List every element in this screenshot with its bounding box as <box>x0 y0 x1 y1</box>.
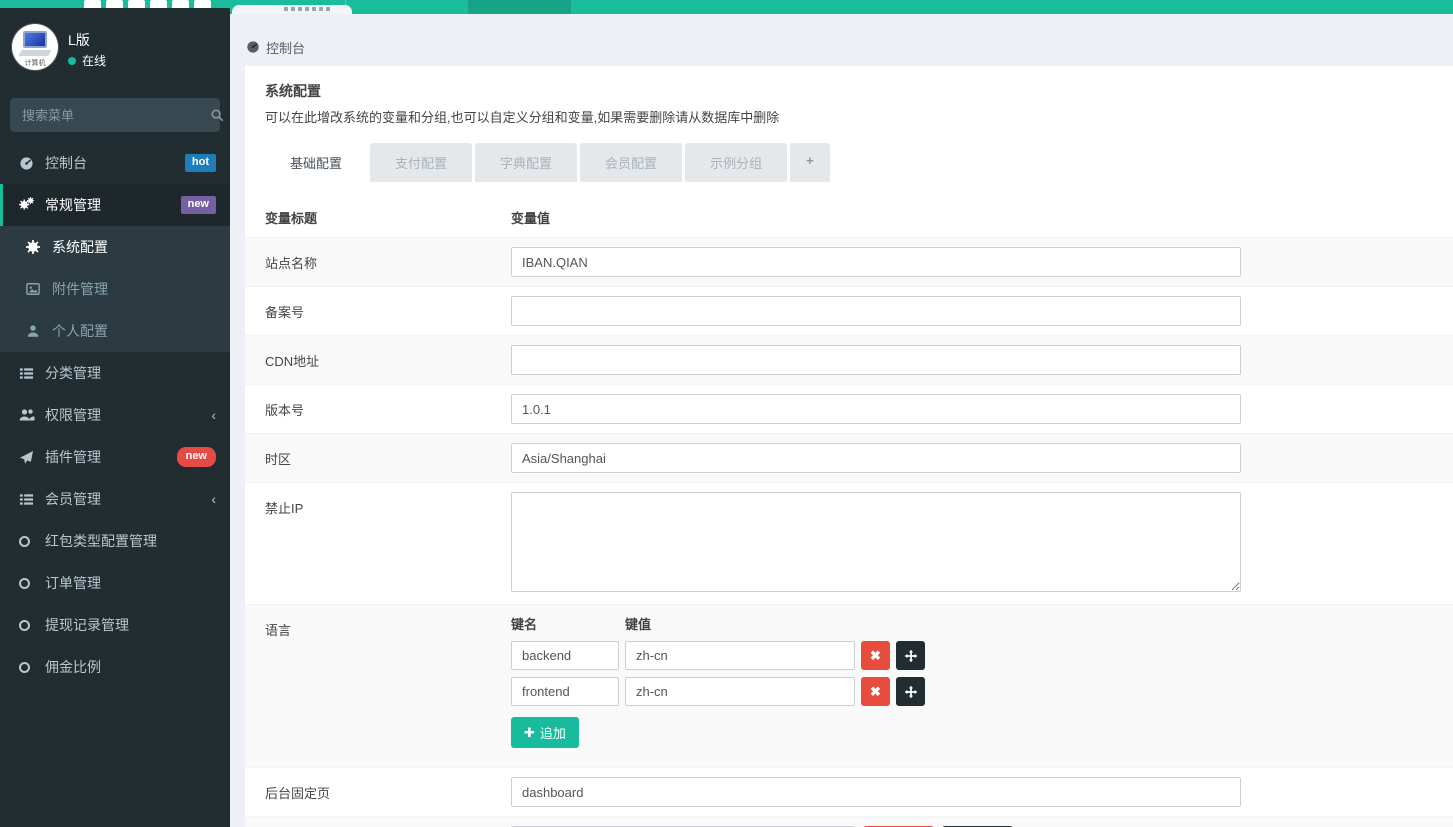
sidebar-item-orders[interactable]: 订单管理 <box>0 562 230 604</box>
form-row-cdn: CDN地址 <box>245 335 1453 384</box>
col-header-value: 变量值 <box>511 208 1453 227</box>
sidebar-item-category[interactable]: 分类管理 <box>0 352 230 394</box>
list-icon <box>19 366 45 381</box>
sidebar-item-addons[interactable]: 插件管理 new <box>0 436 230 478</box>
user-status: 在线 <box>68 52 106 69</box>
sidebar-item-redpacket-type[interactable]: 红包类型配置管理 <box>0 520 230 562</box>
avatar[interactable]: 计算机 <box>12 24 58 70</box>
form-row-timezone: 时区 <box>245 433 1453 482</box>
sidebar-menu: 控制台 hot 常规管理 new 系统配置 附件管理 个人配置 <box>0 142 230 688</box>
hot-badge: hot <box>185 154 216 171</box>
x-icon: ✖ <box>870 648 881 664</box>
page-subtitle: 可以在此增改系统的变量和分组,也可以自定义分组和变量,如果需要删除请从数据库中删… <box>265 107 1433 126</box>
timezone-input[interactable] <box>511 443 1241 473</box>
search-icon[interactable] <box>210 98 224 132</box>
sidebar-item-withdraw-log[interactable]: 提现记录管理 <box>0 604 230 646</box>
image-icon <box>26 282 52 296</box>
form-row-qrcode: 客服二维码 上传 选择 <box>245 816 1453 827</box>
site-name-input[interactable] <box>511 247 1241 277</box>
config-tabs: 基础配置 支付配置 字典配置 会员配置 示例分组 + <box>245 143 1453 182</box>
config-panel: 系统配置 可以在此增改系统的变量和分组,也可以自定义分组和变量,如果需要删除请从… <box>245 66 1453 827</box>
lang-value-input[interactable] <box>625 641 855 670</box>
arrows-move-icon <box>904 649 918 663</box>
language-row-frontend: ✖ <box>511 677 1453 706</box>
online-dot-icon <box>68 57 76 65</box>
gears-icon <box>19 197 45 213</box>
tachometer-icon <box>246 40 260 54</box>
search-input[interactable] <box>10 108 210 123</box>
form-row-forbidden-ip: 禁止IP <box>245 482 1453 604</box>
drag-row-button[interactable] <box>896 641 925 670</box>
kv-headers: 键名 键值 <box>511 614 1453 633</box>
users-icon <box>19 407 45 423</box>
col-header-title: 变量标题 <box>265 208 511 227</box>
drag-row-button[interactable] <box>896 677 925 706</box>
plus-icon: ✚ <box>524 725 535 741</box>
user-icon <box>26 324 52 338</box>
add-tab-button[interactable]: + <box>790 143 830 182</box>
new-badge: new <box>181 196 216 213</box>
circle-o-icon <box>19 536 45 547</box>
page-title: 系统配置 <box>265 81 1433 101</box>
cdn-url-input[interactable] <box>511 345 1241 375</box>
main-content: 控制台 系统配置 可以在此增改系统的变量和分组,也可以自定义分组和变量,如果需要… <box>230 14 1453 827</box>
form-row-language: 语言 键名 键值 ✖ <box>245 604 1453 767</box>
sidebar-item-auth[interactable]: 权限管理 ‹ <box>0 394 230 436</box>
circle-o-icon <box>19 662 45 673</box>
form-row-version: 版本号 <box>245 384 1453 433</box>
table-header: 变量标题 变量值 <box>245 198 1453 237</box>
breadcrumb: 控制台 <box>230 14 1453 66</box>
lang-value-input[interactable] <box>625 677 855 706</box>
config-form: 变量标题 变量值 站点名称 备案号 CDN地址 版本号 <box>245 198 1453 827</box>
menu-search <box>10 98 220 132</box>
x-icon: ✖ <box>870 684 881 700</box>
fixed-page-input[interactable] <box>511 777 1241 807</box>
sidebar-item-members[interactable]: 会员管理 ‹ <box>0 478 230 520</box>
circle-o-icon <box>19 620 45 631</box>
tachometer-icon <box>19 156 45 171</box>
language-row-backend: ✖ <box>511 641 1453 670</box>
append-button[interactable]: ✚ 追加 <box>511 717 579 748</box>
sidebar-item-profile[interactable]: 个人配置 <box>0 310 230 352</box>
sidebar-item-attachments[interactable]: 附件管理 <box>0 268 230 310</box>
form-row-site-name: 站点名称 <box>245 237 1453 286</box>
beian-input[interactable] <box>511 296 1241 326</box>
top-tabs-remnant[interactable] <box>232 5 352 14</box>
list-icon <box>19 492 45 507</box>
user-name: L版 <box>68 30 90 50</box>
sidebar-item-general[interactable]: 常规管理 new <box>0 184 230 226</box>
sidebar: 计算机 L版 在线 控制台 hot 常规管 <box>0 8 230 827</box>
delete-row-button[interactable]: ✖ <box>861 677 890 706</box>
admin-page: 计算机 L版 在线 控制台 hot 常规管 <box>0 0 1453 827</box>
sidebar-item-dashboard[interactable]: 控制台 hot <box>0 142 230 184</box>
lang-key-input[interactable] <box>511 641 619 670</box>
tab-dictionary[interactable]: 字典配置 <box>475 143 577 182</box>
new-badge: new <box>177 447 216 466</box>
version-input[interactable] <box>511 394 1241 424</box>
gear-icon <box>26 240 52 254</box>
sidebar-item-commission[interactable]: 佣金比例 <box>0 646 230 688</box>
computer-icon <box>23 31 47 48</box>
chevron-left-icon: ‹ <box>211 491 216 507</box>
tab-payment[interactable]: 支付配置 <box>370 143 472 182</box>
chevron-left-icon: ‹ <box>211 407 216 423</box>
paper-plane-icon <box>19 450 45 465</box>
tab-member[interactable]: 会员配置 <box>580 143 682 182</box>
form-row-fixed-page: 后台固定页 <box>245 767 1453 816</box>
topbar-active-item[interactable] <box>468 0 571 14</box>
circle-o-icon <box>19 578 45 589</box>
form-row-beian: 备案号 <box>245 286 1453 335</box>
avatar-caption: 计算机 <box>12 58 58 68</box>
user-panel: 计算机 L版 在线 <box>0 8 230 90</box>
tab-basic[interactable]: 基础配置 <box>265 143 367 182</box>
sidebar-item-system-config[interactable]: 系统配置 <box>0 226 230 268</box>
tab-example[interactable]: 示例分组 <box>685 143 787 182</box>
delete-row-button[interactable]: ✖ <box>861 641 890 670</box>
lang-key-input[interactable] <box>511 677 619 706</box>
arrows-move-icon <box>904 685 918 699</box>
forbidden-ip-textarea[interactable] <box>511 492 1241 592</box>
